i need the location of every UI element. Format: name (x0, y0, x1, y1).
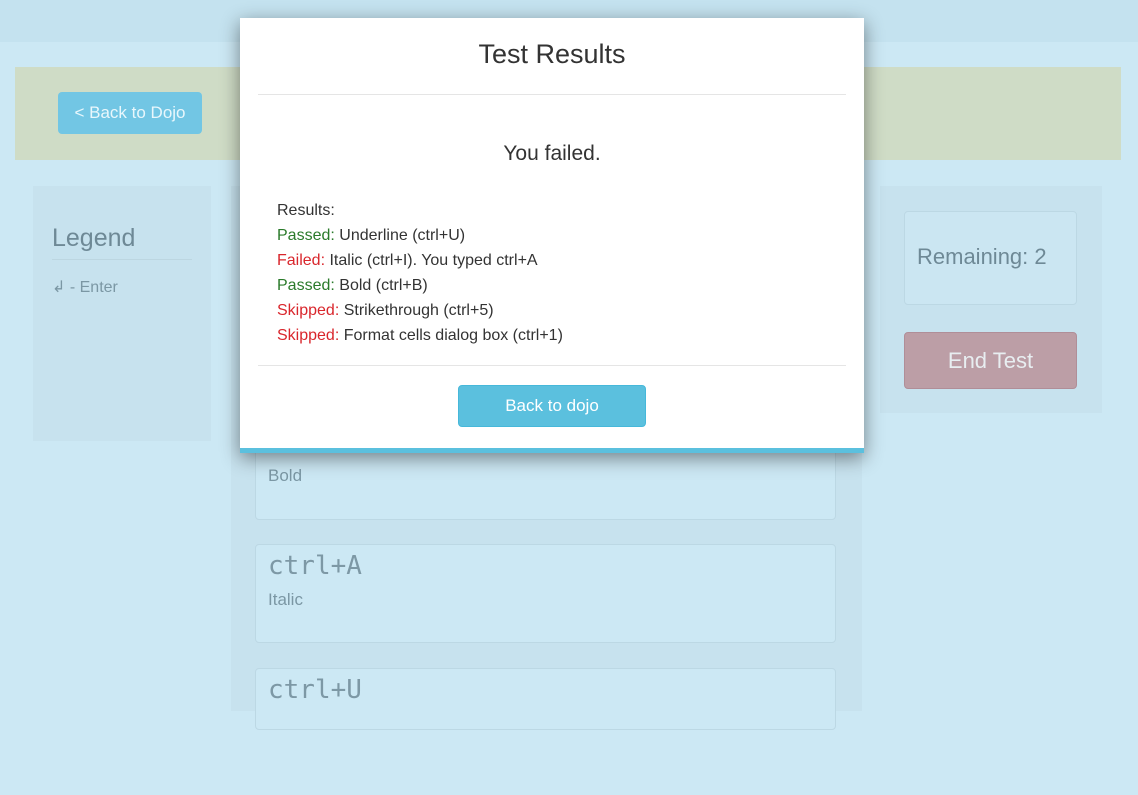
result-row: Passed: Bold (ctrl+B) (277, 273, 563, 298)
remaining-text: Remaining: 2 (917, 244, 1047, 270)
result-row: Skipped: Format cells dialog box (ctrl+1… (277, 323, 563, 348)
remaining-count: 2 (1034, 244, 1047, 269)
result-status: Skipped: (277, 327, 340, 344)
remaining-label: Remaining: (917, 244, 1029, 269)
test-results-modal: Test Results You failed. Results: Passed… (240, 18, 864, 453)
card-label: Italic (268, 590, 303, 609)
back-to-dojo-modal-button[interactable]: Back to dojo (458, 385, 646, 427)
result-status: Skipped: (277, 302, 340, 319)
status-panel: Remaining: 2 End Test (880, 186, 1102, 413)
legend-item-enter: ↲ - Enter (52, 277, 118, 297)
legend-panel: Legend ↲ - Enter (33, 186, 211, 441)
result-text: Underline (ctrl+U) (339, 227, 466, 244)
result-row: Skipped: Strikethrough (ctrl+5) (277, 298, 563, 323)
modal-header-divider (258, 94, 846, 95)
remaining-box: Remaining: 2 (904, 211, 1077, 305)
legend-enter-label: - Enter (69, 279, 118, 296)
legend-title: Legend (52, 224, 192, 260)
end-test-button[interactable]: End Test (904, 332, 1077, 389)
modal-title: Test Results (478, 39, 626, 69)
results-heading: Results: (277, 202, 335, 219)
enter-icon: ↲ (52, 279, 66, 296)
card-shortcut: ctrl+U (268, 675, 362, 705)
result-row: Failed: Italic (ctrl+I). You typed ctrl+… (277, 248, 563, 273)
result-text: Strikethrough (ctrl+5) (343, 302, 494, 319)
result-status: Passed: (277, 277, 335, 294)
question-card: ctrl+A Italic (255, 544, 836, 643)
card-label: Bold (268, 466, 303, 485)
result-text: Bold (ctrl+B) (339, 277, 428, 294)
back-to-dojo-button[interactable]: < Back to Dojo (58, 92, 202, 134)
modal-footer-divider (258, 365, 846, 366)
card-shortcut: ctrl+A (268, 551, 362, 581)
results-list: Results: Passed: Underline (ctrl+U) Fail… (277, 198, 563, 348)
result-status: Failed: (277, 252, 326, 269)
result-text: Italic (ctrl+I). You typed ctrl+A (329, 252, 538, 269)
result-status: Passed: (277, 227, 335, 244)
result-text: Format cells dialog box (ctrl+1) (343, 327, 563, 344)
result-row: Passed: Underline (ctrl+U) (277, 223, 563, 248)
result-message: You failed. (503, 142, 601, 165)
question-card: ctrl+U (255, 668, 836, 730)
